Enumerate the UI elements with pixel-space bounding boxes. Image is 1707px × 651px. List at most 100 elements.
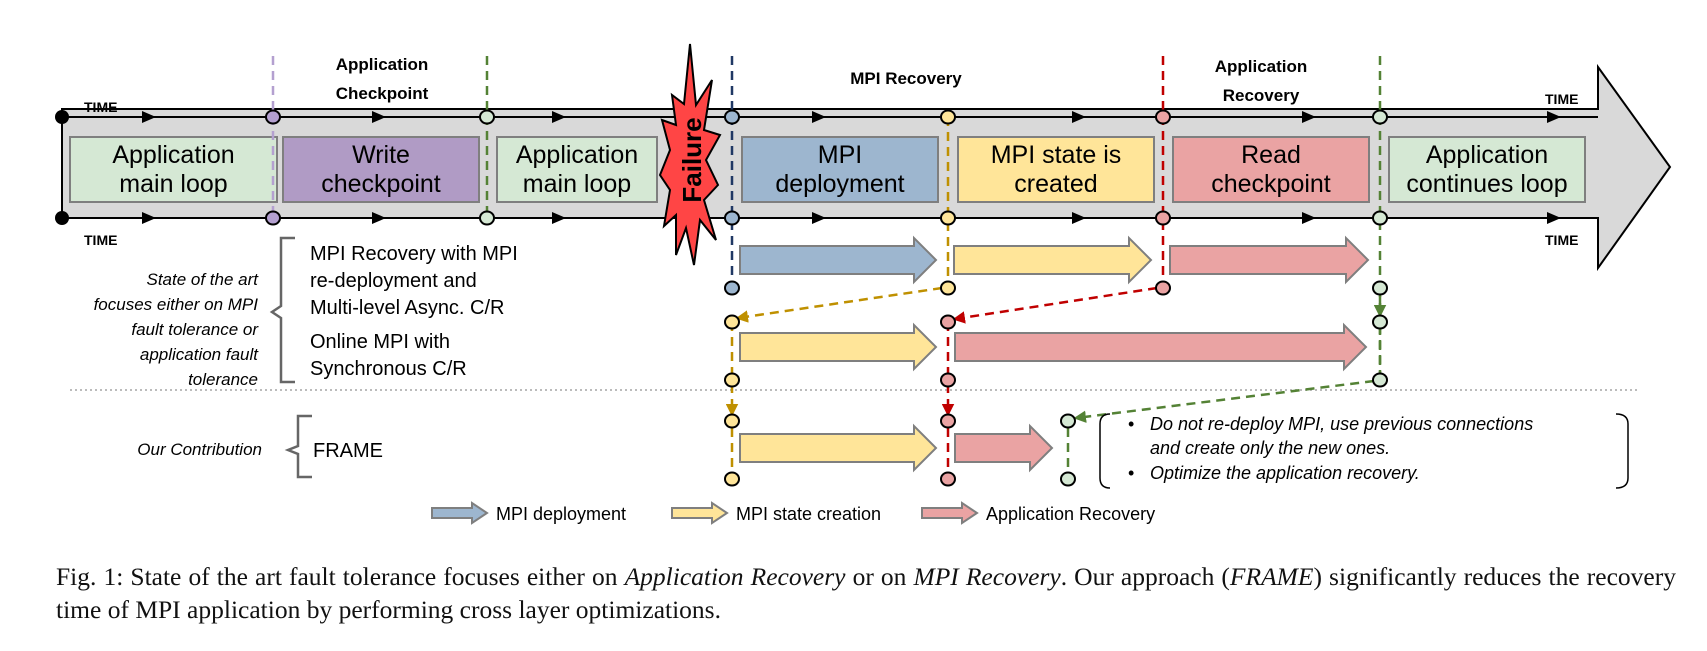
state-node xyxy=(1372,372,1388,388)
svg-text:Multi-level Async. C/R: Multi-level Async. C/R xyxy=(310,297,505,319)
time-label-bottom-right: TIME xyxy=(1545,232,1578,248)
time-label-bottom-left: TIME xyxy=(84,232,117,248)
timeline-node xyxy=(1372,210,1388,226)
state-of-art-brace xyxy=(269,236,295,384)
svg-text:•: • xyxy=(1128,414,1134,434)
legend-swatch xyxy=(431,501,489,525)
frame-notes: • Do not re-deploy MPI, use previous con… xyxy=(1128,414,1533,483)
state-node xyxy=(1372,314,1388,330)
state-node xyxy=(724,280,740,296)
phase-box-app-continues-loop: Applicationcontinues loop xyxy=(1388,136,1586,203)
mpi-deploy-arrow xyxy=(739,235,938,285)
fault-tolerance-diagram: TIME TIME TIME TIME Application Checkpoi… xyxy=(55,43,1672,525)
timeline-node xyxy=(265,109,281,125)
failure-label: Failure xyxy=(677,117,707,202)
legend-swatch xyxy=(671,501,729,525)
svg-text:re-deployment and: re-deployment and xyxy=(310,270,477,292)
header-mpi-recovery: MPI Recovery xyxy=(850,69,962,88)
approach-mpi-redeploy: MPI Recovery with MPI re-deployment and … xyxy=(310,243,518,319)
legend-item: MPI state creation xyxy=(671,501,881,525)
phase-box-app-main-loop-2: Applicationmain loop xyxy=(496,136,658,203)
header-application-recovery-line1: Application xyxy=(1215,57,1308,76)
figure-caption: Fig. 1: State of the art fault tolerance… xyxy=(56,562,1676,624)
timeline-node xyxy=(479,109,495,125)
dashed-connector xyxy=(1073,379,1375,423)
svg-text:focuses either on MPI: focuses either on MPI xyxy=(94,295,259,314)
contribution-brace xyxy=(284,414,312,479)
svg-text:and create only the new ones.: and create only the new ones. xyxy=(1150,438,1390,458)
phase-box-label: main loop xyxy=(119,170,227,198)
state-node xyxy=(724,372,740,388)
phase-box-mpi-deployment: MPIdeployment xyxy=(741,136,939,203)
legend-item: Application Recovery xyxy=(921,501,1155,525)
timeline-node xyxy=(940,109,956,125)
timeline-node xyxy=(940,210,956,226)
phase-box-label: checkpoint xyxy=(321,170,441,198)
state-node xyxy=(724,314,740,330)
time-label-top-left: TIME xyxy=(84,99,117,115)
state-node xyxy=(940,372,956,388)
svg-text:Synchronous C/R: Synchronous C/R xyxy=(310,358,467,380)
phase-box-label: created xyxy=(1014,170,1097,198)
app-recovery-arrow xyxy=(954,423,1054,473)
state-node xyxy=(940,471,956,487)
legend-label: Application Recovery xyxy=(986,504,1155,524)
phase-box-label: deployment xyxy=(775,170,904,198)
frame-label: FRAME xyxy=(313,440,383,462)
svg-text:•: • xyxy=(1128,463,1134,483)
time-label-top-right: TIME xyxy=(1545,91,1578,107)
state-node xyxy=(1060,413,1076,429)
state-node xyxy=(940,280,956,296)
timeline-node xyxy=(724,109,740,125)
header-application-recovery-line2: Recovery xyxy=(1223,86,1300,105)
timeline-node xyxy=(265,210,281,226)
app-recovery-arrow xyxy=(954,322,1368,372)
header-application-checkpoint-line2: Checkpoint xyxy=(336,84,429,103)
timeline-node xyxy=(1155,210,1171,226)
phase-box-label: Application xyxy=(1426,141,1548,169)
phase-box-read-checkpoint: Readcheckpoint xyxy=(1172,136,1370,203)
phase-box-label: MPI state is xyxy=(991,141,1122,169)
timeline-node xyxy=(1155,109,1171,125)
timeline-node xyxy=(479,210,495,226)
svg-text:MPI Recovery with MPI: MPI Recovery with MPI xyxy=(310,243,518,265)
phase-box-app-main-loop-1: Applicationmain loop xyxy=(69,136,278,203)
state-node xyxy=(940,314,956,330)
phase-box-label: Read xyxy=(1241,141,1301,169)
phase-box-label: checkpoint xyxy=(1211,170,1331,198)
legend-item: MPI deployment xyxy=(431,501,626,525)
phase-box-label: Application xyxy=(112,141,234,169)
state-node xyxy=(724,413,740,429)
phase-box-label: main loop xyxy=(523,170,631,198)
dashed-connector xyxy=(735,286,943,323)
svg-text:Optimize the application recov: Optimize the application recovery. xyxy=(1150,463,1420,483)
svg-text:tolerance: tolerance xyxy=(188,370,258,389)
state-node xyxy=(1155,280,1171,296)
phase-box-write-checkpoint: Writecheckpoint xyxy=(282,136,480,203)
mpi-state-arrow xyxy=(953,235,1153,285)
legend-label: MPI deployment xyxy=(496,504,626,524)
timeline-node xyxy=(724,210,740,226)
state-of-art-label: State of the art focuses either on MPI f… xyxy=(94,270,260,389)
state-node xyxy=(1372,280,1388,296)
header-application-checkpoint-line1: Application xyxy=(336,55,429,74)
dashed-connector xyxy=(952,286,1158,324)
approach-online-mpi: Online MPI with Synchronous C/R xyxy=(310,331,467,380)
mpi-state-arrow xyxy=(739,423,938,473)
phase-box-mpi-state-created: MPI state iscreated xyxy=(957,136,1155,203)
phase-box-label: Application xyxy=(516,141,638,169)
state-node xyxy=(1060,471,1076,487)
state-node xyxy=(940,413,956,429)
legend-label: MPI state creation xyxy=(736,504,881,524)
svg-text:Do not re-deploy MPI, use prev: Do not re-deploy MPI, use previous conne… xyxy=(1150,414,1533,434)
phase-box-label: Write xyxy=(352,141,410,169)
phase-box-label: continues loop xyxy=(1406,170,1567,198)
svg-text:fault tolerance or: fault tolerance or xyxy=(131,320,259,339)
app-recovery-arrow xyxy=(1169,235,1370,285)
timeline-node xyxy=(1372,109,1388,125)
our-contribution-label: Our Contribution xyxy=(137,440,262,459)
state-node xyxy=(724,471,740,487)
svg-text:State of the art: State of the art xyxy=(146,270,259,289)
svg-text:Online MPI with: Online MPI with xyxy=(310,331,450,353)
mpi-state-arrow xyxy=(739,322,938,372)
